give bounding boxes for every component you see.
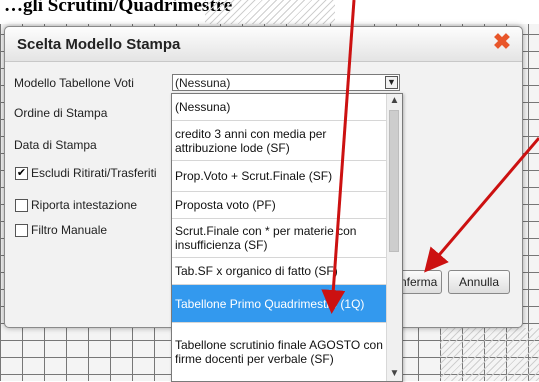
checkbox-filtro-manuale[interactable] [15,224,28,237]
checkbox-escludi-ritirati-label: Escludi Ritirati/Trasferiti [31,166,157,180]
ordine-stampa-label: Ordine di Stampa [14,106,108,120]
chevron-down-icon[interactable]: ▼ [385,76,398,89]
scroll-down-icon[interactable]: ▼ [387,367,402,381]
dialog-header: Scelta Modello Stampa ✖ [5,27,522,62]
hatch-pattern-bottom [440,328,539,381]
modello-select-value: (Nessuna) [175,76,231,90]
dropdown-option[interactable]: credito 3 anni con media per attribuzion… [172,121,386,161]
checkbox-riporta-intestazione-label: Riporta intestazione [31,198,138,212]
dropdown-option[interactable]: Tab.SF x organico di fatto (SF) [172,258,386,285]
dropdown-option[interactable]: (Nessuna) [172,94,386,121]
modello-dropdown-list: (Nessuna) credito 3 anni con media per a… [171,93,403,382]
background-heading: …gli Scrutini/Quadrimestre [4,0,233,16]
modello-tabellone-label: Modello Tabellone Voti [14,76,134,90]
dialog-title: Scelta Modello Stampa [17,36,181,53]
checkbox-riporta-intestazione[interactable] [15,199,28,212]
dropdown-option-selected[interactable]: Tabellone Primo Quadrimestre (1Q) [172,285,386,323]
modello-tabellone-select[interactable]: (Nessuna) ▼ [172,74,400,91]
dropdown-scrollbar[interactable]: ▲ ▼ [386,94,402,381]
scrollbar-thumb[interactable] [389,110,399,252]
data-stampa-label: Data di Stampa [14,138,97,152]
dropdown-option[interactable]: Scrut.Finale con * per materie con insuf… [172,219,386,258]
dropdown-option[interactable]: Tabellone scrutinio finale AGOSTO con fi… [172,323,386,381]
checkbox-escludi-ritirati[interactable]: ✔ [15,167,28,180]
dropdown-option[interactable]: Prop.Voto + Scrut.Finale (SF) [172,161,386,192]
close-icon[interactable]: ✖ [492,31,512,53]
dropdown-option[interactable]: Proposta voto (PF) [172,192,386,219]
hatch-pattern-top [205,0,335,24]
cancel-button[interactable]: Annulla [448,270,510,294]
scroll-up-icon[interactable]: ▲ [387,94,402,108]
checkbox-filtro-manuale-label: Filtro Manuale [31,223,108,237]
